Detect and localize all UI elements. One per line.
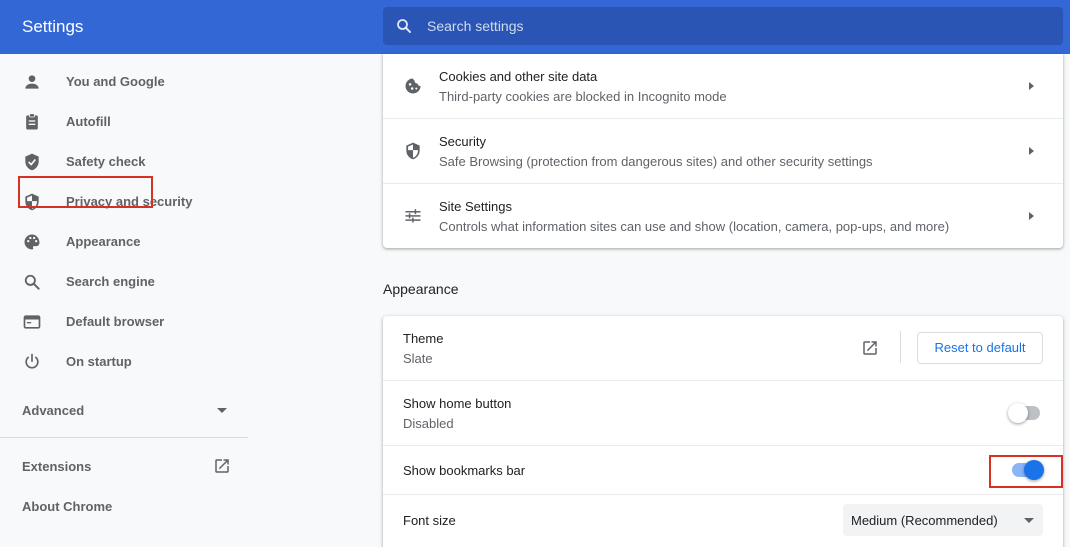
- advanced-toggle[interactable]: Advanced: [0, 395, 248, 425]
- font-size-selected: Medium (Recommended): [851, 513, 998, 528]
- sidebar-item-label: Appearance: [66, 234, 141, 249]
- row-title: Cookies and other site data: [439, 69, 598, 84]
- search-input[interactable]: [427, 7, 1027, 45]
- chevron-down-icon: [1024, 518, 1034, 523]
- home-button-title: Show home button: [403, 396, 512, 411]
- about-chrome-label: About Chrome: [22, 499, 113, 514]
- font-size-select[interactable]: Medium (Recommended): [843, 504, 1043, 536]
- theme-title: Theme: [403, 331, 444, 346]
- open-in-new-icon[interactable]: [861, 339, 879, 357]
- chevron-right-icon: [1029, 82, 1034, 90]
- person-icon: [25, 75, 39, 89]
- highlight-box-bookmarks-toggle: [989, 455, 1063, 488]
- open-in-new-icon: [215, 459, 229, 473]
- search-icon: [24, 274, 40, 290]
- highlight-box-appearance: [18, 176, 153, 208]
- clipboard-icon: [26, 113, 38, 130]
- font-size-row: Font size Medium (Recommended): [383, 494, 1063, 544]
- privacy-card: Cookies and other site data Third-party …: [383, 54, 1063, 248]
- search-box[interactable]: [383, 7, 1063, 45]
- row-subtitle: Third-party cookies are blocked in Incog…: [439, 89, 727, 104]
- reset-theme-button[interactable]: Reset to default: [917, 332, 1043, 364]
- cookies-row[interactable]: Cookies and other site data Third-party …: [383, 54, 1063, 118]
- font-size-title: Font size: [403, 513, 456, 528]
- sidebar-item-search-engine[interactable]: Search engine: [0, 262, 248, 302]
- top-bar: Settings: [0, 0, 1070, 54]
- site-settings-row[interactable]: Site Settings Controls what information …: [383, 183, 1063, 248]
- bookmarks-bar-row[interactable]: Show bookmarks bar: [383, 445, 1063, 494]
- sidebar-item-label: Safety check: [66, 154, 146, 169]
- appearance-section-title: Appearance: [383, 281, 459, 297]
- power-icon: [25, 353, 39, 369]
- sidebar-item-appearance[interactable]: Appearance: [0, 222, 248, 262]
- sidebar-item-label: Search engine: [66, 274, 155, 289]
- vertical-separator: [900, 331, 901, 363]
- sidebar-item-label: You and Google: [66, 74, 165, 89]
- browser-window-icon: [23, 315, 41, 329]
- row-title: Security: [439, 134, 486, 149]
- sidebar-divider: [0, 437, 248, 438]
- shield-half-icon: [406, 142, 420, 160]
- chevron-right-icon: [1029, 212, 1034, 220]
- row-title: Site Settings: [439, 199, 512, 214]
- sidebar-item-autofill[interactable]: Autofill: [0, 102, 248, 142]
- home-button-row[interactable]: Show home button Disabled: [383, 380, 1063, 445]
- advanced-label: Advanced: [22, 403, 85, 418]
- sidebar-item-you-and-google[interactable]: You and Google: [0, 62, 248, 102]
- sidebar-item-extensions[interactable]: Extensions: [0, 453, 248, 485]
- search-icon: [397, 19, 411, 33]
- chevron-right-icon: [1029, 147, 1034, 155]
- palette-icon: [24, 234, 40, 250]
- home-button-toggle[interactable]: [1008, 403, 1042, 423]
- sidebar: You and Google Autofill Safety check Pri…: [0, 54, 248, 547]
- theme-value: Slate: [403, 351, 433, 366]
- bookmarks-bar-title: Show bookmarks bar: [403, 463, 526, 478]
- sidebar-item-label: Default browser: [66, 314, 165, 329]
- sidebar-item-on-startup[interactable]: On startup: [0, 342, 248, 382]
- sidebar-item-label: Autofill: [66, 114, 111, 129]
- extensions-label: Extensions: [22, 459, 92, 474]
- home-button-value: Disabled: [403, 416, 454, 431]
- sidebar-item-default-browser[interactable]: Default browser: [0, 302, 248, 342]
- sidebar-item-label: On startup: [66, 354, 132, 369]
- shield-check-icon: [25, 153, 39, 171]
- page-title: Settings: [22, 17, 84, 36]
- toggle-knob: [1008, 403, 1028, 423]
- sidebar-item-about-chrome[interactable]: About Chrome: [0, 493, 248, 525]
- row-subtitle: Safe Browsing (protection from dangerous…: [439, 154, 873, 169]
- chevron-down-icon: [217, 408, 227, 413]
- tune-sliders-icon: [405, 209, 421, 223]
- appearance-card: Theme Slate Reset to default Show home b…: [383, 316, 1063, 547]
- cookie-icon: [405, 78, 421, 94]
- theme-row: Theme Slate Reset to default: [383, 316, 1063, 380]
- row-subtitle: Controls what information sites can use …: [439, 219, 950, 234]
- security-row[interactable]: Security Safe Browsing (protection from …: [383, 118, 1063, 183]
